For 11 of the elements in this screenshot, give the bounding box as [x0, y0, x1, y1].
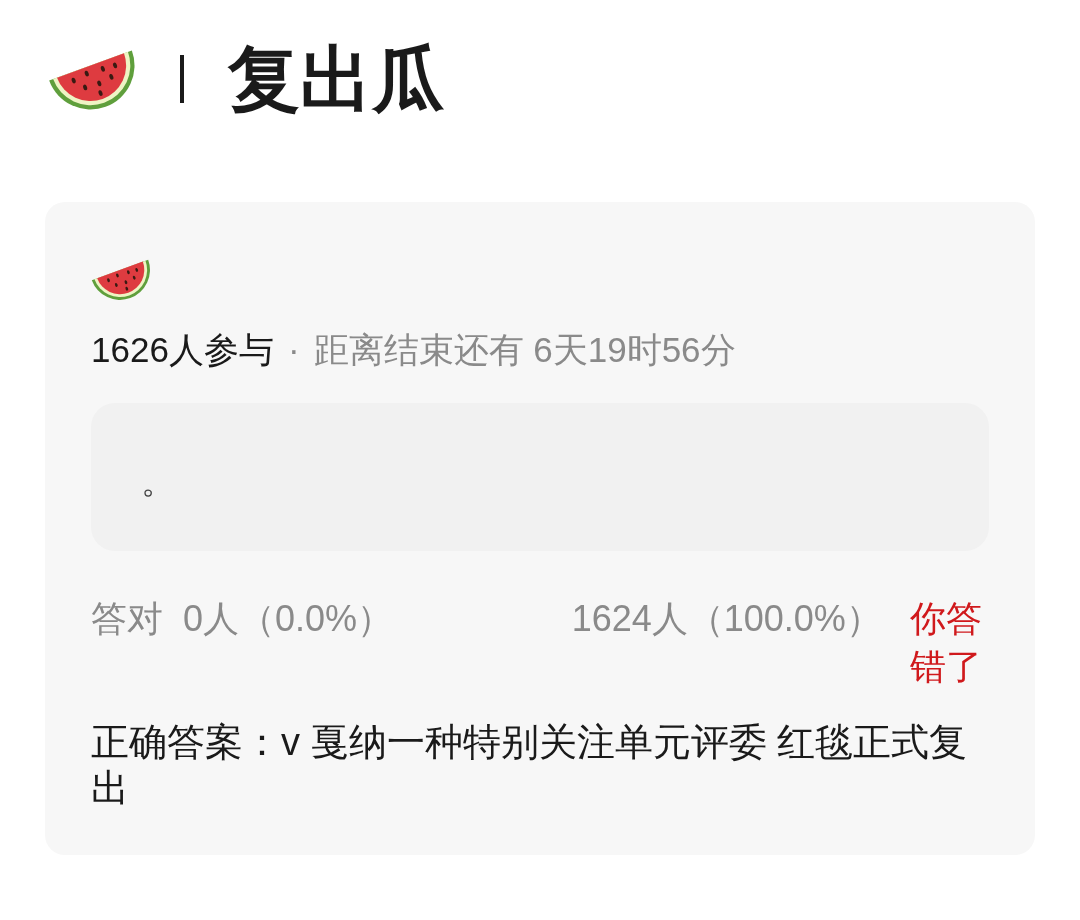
correct-label: 答对	[91, 597, 163, 641]
correct-count: 0人（0.0%）	[183, 597, 394, 641]
wrong-count: 1624人（100.0%）	[571, 597, 882, 641]
page-title: 复出瓜	[228, 39, 444, 119]
answer-text: 。	[141, 461, 175, 501]
participant-count: 1626人参与	[91, 329, 274, 371]
separator: ·	[287, 329, 300, 371]
correct-answer-text: 正确答案：v 戛纳一种特别关注单元评委 红毯正式复出	[91, 720, 969, 811]
watermelon-slice-icon	[91, 258, 151, 301]
countdown-text: 距离结束还有 6天19时56分	[313, 329, 736, 371]
result-text: 你答错了	[909, 597, 983, 689]
